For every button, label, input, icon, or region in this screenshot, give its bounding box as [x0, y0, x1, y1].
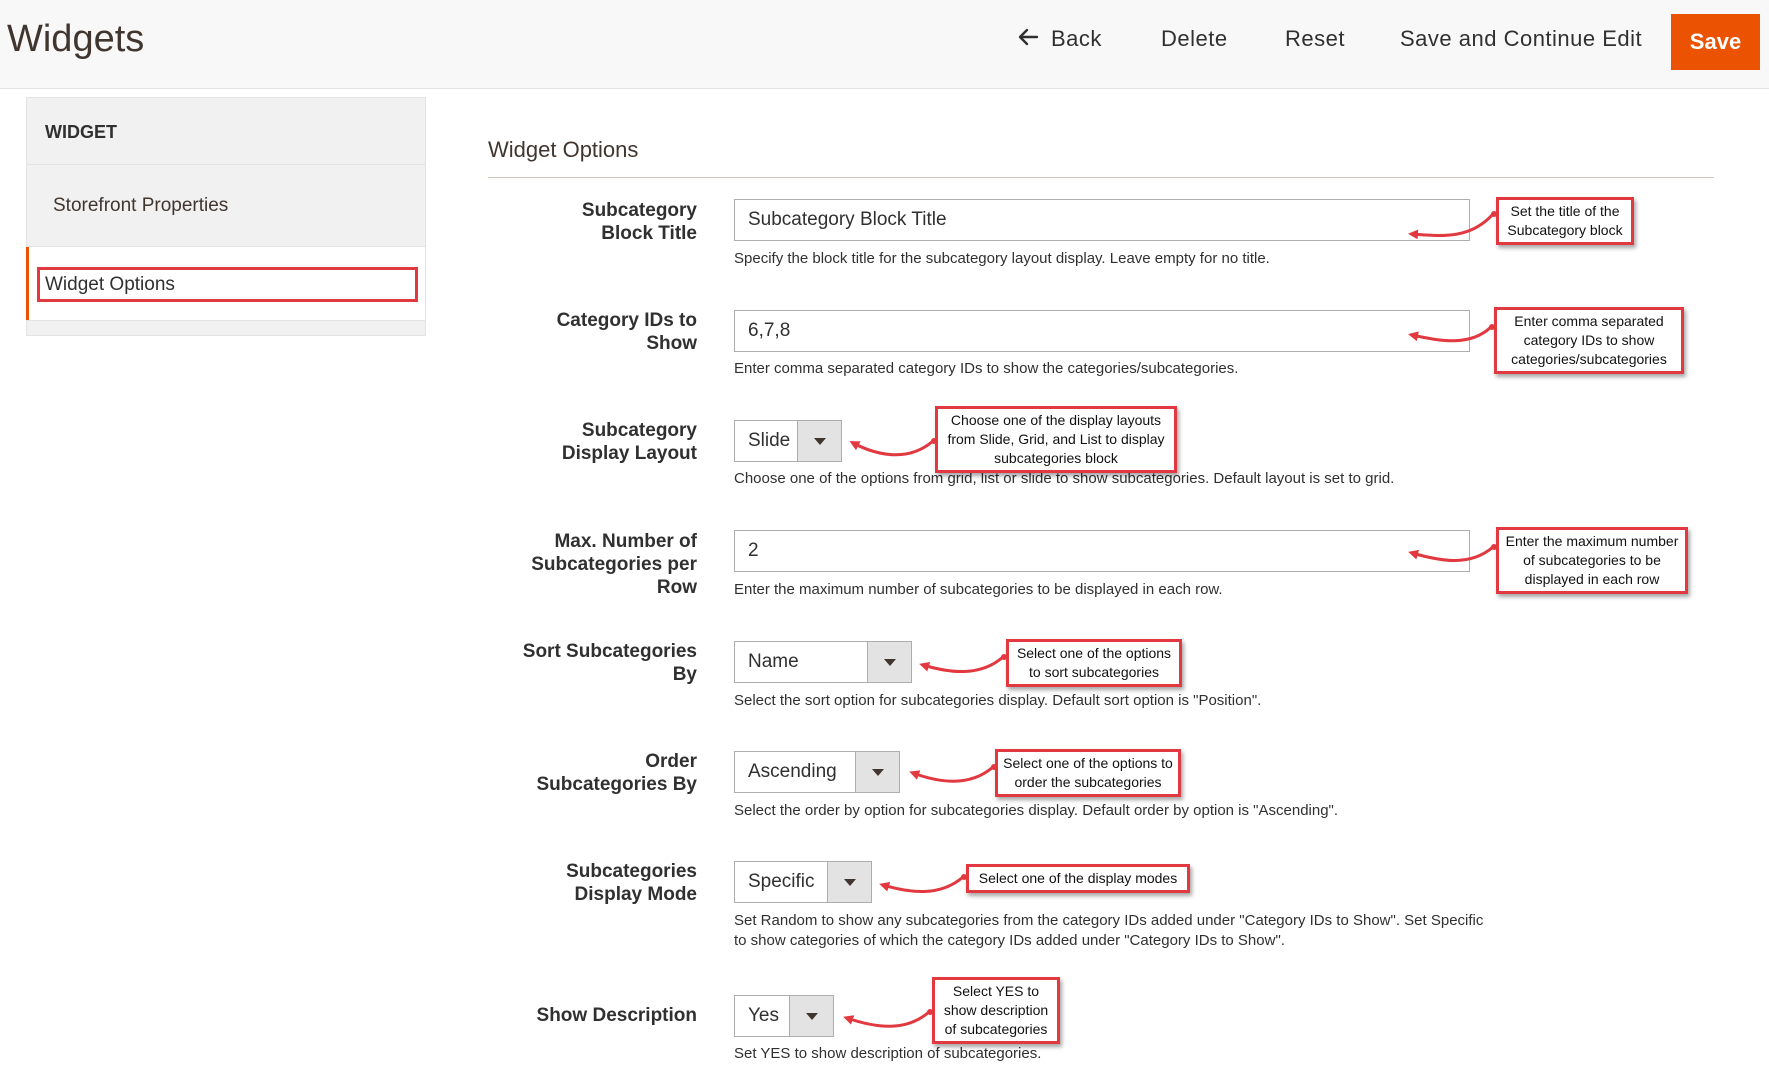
caret-down-icon: [844, 879, 856, 886]
caret-down-icon: [884, 659, 896, 666]
select-toggle[interactable]: [855, 752, 899, 792]
caret-down-icon: [814, 438, 826, 445]
back-label: Back: [1051, 26, 1102, 51]
select-toggle[interactable]: [797, 421, 841, 461]
section-divider: [488, 177, 1714, 178]
select-toggle[interactable]: [789, 996, 833, 1036]
annotation-callout: Select one of the display modes: [966, 864, 1190, 893]
annotation-arrow: [919, 655, 1004, 673]
annotation-callout: Select YES to show description of subcat…: [932, 977, 1060, 1044]
annotation-callout: Select one of the options to sort subcat…: [1006, 639, 1182, 687]
select-toggle[interactable]: [827, 862, 871, 902]
select-value: Name: [748, 651, 799, 672]
page-header: Widgets Back Delete Reset Save and Conti…: [0, 0, 1769, 89]
arrow-left-icon: [1018, 28, 1039, 46]
select-value: Ascending: [748, 761, 837, 782]
display-mode-select[interactable]: Specific: [734, 861, 872, 903]
caret-down-icon: [806, 1013, 818, 1020]
page-title: Widgets: [7, 18, 145, 60]
display-layout-select[interactable]: Slide: [734, 420, 842, 462]
delete-button[interactable]: Delete: [1161, 26, 1228, 52]
annotation-callout: Select one of the options to order the s…: [995, 749, 1181, 797]
select-value: Yes: [748, 1005, 779, 1026]
sidebar-heading: WIDGET: [26, 97, 426, 165]
field-label-sort-by: Sort Subcategories By: [522, 641, 697, 685]
save-continue-button[interactable]: Save and Continue Edit: [1400, 26, 1642, 52]
section-title: Widget Options: [488, 137, 639, 162]
display-mode-note: Set Random to show any subcategories fro…: [734, 912, 1484, 949]
annotation-arrow: [879, 875, 964, 893]
category-ids-input[interactable]: 6,7,8: [734, 310, 1470, 352]
field-label-display-mode: Subcategories Display Mode: [566, 861, 697, 905]
caret-down-icon: [872, 769, 884, 776]
field-label-order-by: Order Subcategories By: [536, 751, 698, 795]
block-title-note: Specify the block title for the subcateg…: [734, 250, 1270, 267]
sidebar-item-label: Widget Options: [37, 267, 418, 302]
annotation-arrow: [909, 765, 994, 783]
category-ids-note: Enter comma separated category IDs to sh…: [734, 360, 1239, 377]
max-per-row-note: Enter the maximum number of subcategorie…: [734, 581, 1223, 598]
sort-by-note: Select the sort option for subcategories…: [734, 692, 1262, 709]
field-label-display-layout: Subcategory Display Layout: [561, 420, 697, 464]
reset-button[interactable]: Reset: [1285, 26, 1345, 52]
select-toggle[interactable]: [867, 642, 911, 682]
field-label-category-ids: Category IDs to Show: [556, 310, 697, 354]
annotation-callout: Enter comma separated category IDs to sh…: [1494, 307, 1684, 374]
sort-by-select[interactable]: Name: [734, 641, 912, 683]
annotation-callout: Enter the maximum number of subcategorie…: [1496, 527, 1688, 594]
max-per-row-input[interactable]: 2: [734, 530, 1470, 572]
order-by-select[interactable]: Ascending: [734, 751, 900, 793]
sidebar-item-widget-options[interactable]: Widget Options: [26, 247, 426, 320]
select-value: Specific: [748, 871, 815, 892]
field-label-max-per-row: Max. Number of Subcategories per Row: [531, 531, 697, 598]
show-description-select[interactable]: Yes: [734, 995, 834, 1037]
sidebar-footer: [26, 320, 426, 336]
show-description-note: Set YES to show description of subcatego…: [734, 1045, 1042, 1062]
annotation-arrow: [849, 439, 934, 457]
order-by-note: Select the order by option for subcatego…: [734, 802, 1339, 819]
sidebar-item-storefront-properties[interactable]: Storefront Properties: [26, 165, 426, 247]
block-title-input[interactable]: Subcategory Block Title: [734, 199, 1470, 241]
back-button[interactable]: Back: [1017, 26, 1102, 52]
annotation-arrow: [843, 1010, 930, 1028]
select-value: Slide: [748, 430, 791, 451]
annotation-callout: Set the title of the Subcategory block: [1496, 197, 1634, 245]
field-label-show-description: Show Description: [536, 1005, 697, 1026]
save-button[interactable]: Save: [1671, 14, 1760, 70]
sidebar: WIDGET Storefront Properties Widget Opti…: [26, 97, 426, 336]
field-label-block-title: Subcategory Block Title: [581, 200, 697, 244]
annotation-callout: Choose one of the display layouts from S…: [935, 406, 1177, 473]
